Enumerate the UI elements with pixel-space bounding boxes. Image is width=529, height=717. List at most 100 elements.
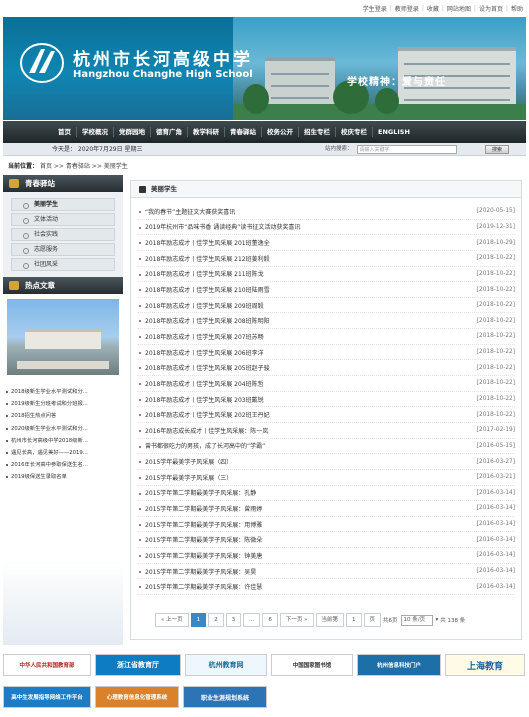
nav-moral[interactable]: 德育广角 (151, 127, 188, 137)
hot-article-item[interactable]: 遇见长高，遇见美好——2019... (6, 447, 120, 459)
article-title[interactable]: 2016年励志成长成才丨佳学生风采展：陈一岚 (145, 426, 268, 435)
article-row[interactable]: 2015学年第二学期最美学子风采展：陈微朵 [2016-03-14] (137, 532, 515, 549)
article-row[interactable]: 2015学年第二学期最美学子风采展：钟美唐 [2016-03-14] (137, 548, 515, 564)
article-row[interactable]: 2018年励志成才丨佳学生风采展 203班戴锐 [2018-10-22] (137, 392, 515, 408)
link-student-login[interactable]: 学生登录 (363, 4, 387, 13)
article-row[interactable]: 2015学年第二学期最美学子风采展：许佳慧 [2016-03-14] (137, 579, 515, 596)
link-shanghai-edu[interactable]: 上海教育 (445, 654, 525, 676)
article-title[interactable]: 2018年励志成才丨佳学生风采展 209班周毅 (145, 301, 264, 310)
article-row[interactable]: 2018年励志成才丨佳学生风采展 204班陈哲 [2018-10-22] (137, 376, 515, 392)
article-title[interactable]: 2018年励志成才丨佳学生风采展 207班苏畅 (145, 332, 264, 341)
article-title[interactable]: 2015学年最美学子风采展（四） (145, 457, 232, 466)
sidebar-item-beautiful-students[interactable]: 美丽学生 (11, 198, 115, 211)
article-row[interactable]: 2019年杭州市“品味书香 诵读经典”读书征文活动获奖喜讯 [2019-12-31… (137, 220, 515, 236)
link-favorite[interactable]: 收藏 (427, 4, 439, 13)
nav-home[interactable]: 首页 (53, 127, 77, 137)
link-hzedu[interactable]: 杭州教育网 (185, 654, 267, 676)
link-moe[interactable]: 中华人民共和国教育部 (3, 654, 91, 676)
article-row[interactable]: 2018年励志成才丨佳学生风采展 202班王丹妃 [2018-10-22] (137, 407, 515, 423)
article-title[interactable]: 2015学年第二学期最美学子风采展：孔静 (145, 488, 256, 497)
nav-about[interactable]: 学校概况 (77, 127, 114, 137)
article-row[interactable]: 2018年励志成才丨佳学生风采展 201班董逸全 [2018-10-29] (137, 235, 515, 251)
link-zjedu[interactable]: 浙江省教育厅 (95, 654, 181, 676)
article-title[interactable]: 2018年励志成才丨佳学生风采展 202班王丹妃 (145, 410, 270, 419)
article-title[interactable]: 2018年励志成才丨佳学生风采展 205班赵子骏 (145, 363, 270, 372)
nav-affairs[interactable]: 校务公开 (262, 127, 299, 137)
article-row[interactable]: “我的春节”主题征文大赛获奖喜讯 [2020-05-15] (137, 204, 515, 220)
article-title[interactable]: 2018年励志成才丨佳学生风采展 206班李洋 (145, 348, 264, 357)
goto-page-input[interactable]: 1 (346, 613, 362, 627)
per-page-select[interactable]: 10 条/页 (400, 614, 433, 626)
next-page-button[interactable]: 下一页 » (279, 613, 314, 627)
nav-party[interactable]: 党群园地 (114, 127, 151, 137)
article-title[interactable]: 2015学年第二学期最美学子风采展：许佳慧 (145, 582, 262, 591)
link-career[interactable]: 职业生涯规划系统 (183, 686, 267, 708)
breadcrumb-section[interactable]: 青春驿站 (66, 163, 90, 170)
nav-english[interactable]: ENGLISH (373, 127, 415, 137)
article-title[interactable]: 2018年励志成才丨佳学生风采展 203班戴锐 (145, 395, 264, 404)
article-title[interactable]: 2015学年第二学期最美学子风采展：陈微朵 (145, 535, 262, 544)
article-row[interactable]: 2018年励志成才丨佳学生风采展 211班陈戈 [2018-10-22] (137, 267, 515, 283)
page-1[interactable]: 1 (190, 613, 207, 627)
link-nlc[interactable]: 中国国家图书馆 (271, 654, 353, 676)
article-title[interactable]: 2018年励志成才丨佳学生风采展 212班姜利毅 (145, 254, 270, 263)
article-row[interactable]: 2015学年最美学子风采展（三） [2016-03-21] (137, 470, 515, 486)
hot-article-item[interactable]: 2019级保送生录取名单 (6, 471, 120, 483)
article-title[interactable]: 2015学年第二学期最美学子风采展：用博雅 (145, 520, 262, 529)
article-row[interactable]: 2018年励志成才丨佳学生风采展 208班陈明阳 [2018-10-22] (137, 313, 515, 330)
link-hz-it[interactable]: 杭州信息科技门户 (357, 654, 441, 676)
article-row[interactable]: 2015学年最美学子风采展（四） [2016-03-27] (137, 454, 515, 470)
article-title[interactable]: “我的春节”主题征文大赛获奖喜讯 (145, 207, 235, 216)
article-title[interactable]: 2018年励志成才丨佳学生风采展 204班陈哲 (145, 379, 264, 388)
link-guidance[interactable]: 高中生发展指导网络工作平台 (3, 686, 91, 708)
sidebar-item-sports[interactable]: 文体活动 (11, 213, 115, 226)
article-row[interactable]: 2018年励志成才丨佳学生风采展 212班姜利毅 [2018-10-22] (137, 251, 515, 267)
link-set-homepage[interactable]: 设为首页 (479, 4, 503, 13)
article-row[interactable]: 2018年励志成才丨佳学生风采展 206班李洋 [2018-10-22] (137, 345, 515, 361)
article-row[interactable]: 2015学年第二学期最美学子风采展：孔静 [2016-03-14] (137, 486, 515, 502)
article-title[interactable]: 2015学年第二学期最美学子风采展：吴昊 (145, 567, 256, 576)
search-button[interactable]: 搜索 (485, 145, 509, 154)
page-3[interactable]: 3 (225, 613, 242, 627)
nav-teaching[interactable]: 教学科研 (188, 127, 225, 137)
article-title[interactable]: 2015学年第二学期最美学子风采展：钟美唐 (145, 551, 262, 560)
article-title[interactable]: 2015学年最美学子风采展（三） (145, 473, 232, 482)
page-2[interactable]: 2 (208, 613, 224, 627)
link-teacher-login[interactable]: 教师登录 (395, 4, 419, 13)
link-help[interactable]: 帮助 (511, 4, 523, 13)
article-title[interactable]: 2018年励志成才丨佳学生风采展 201班董逸全 (145, 238, 270, 247)
hot-article-item[interactable]: 2020级新生学业水平测试和分... (6, 423, 120, 435)
nav-youth[interactable]: 青春驿站 (225, 127, 262, 137)
sidebar-item-clubs[interactable]: 社团风采 (11, 258, 115, 271)
article-row[interactable]: 2018年励志成才丨佳学生风采展 205班赵子骏 [2018-10-22] (137, 360, 515, 377)
breadcrumb-home[interactable]: 首页 (40, 163, 52, 170)
link-psych[interactable]: 心理教育信息化管理系统 (95, 686, 179, 708)
article-title[interactable]: 曾书都很吃力的男孩，成了长河高中的“学霸” (145, 441, 265, 450)
hot-article-item[interactable]: 2018招生热点问答 (6, 410, 120, 422)
article-row[interactable]: 2016年励志成长成才丨佳学生风采展：陈一岚 [2017-02-19] (137, 423, 515, 439)
hot-article-item[interactable]: 杭州市长河高级中学2018级新... (6, 435, 120, 447)
article-row[interactable]: 2015学年第二学期最美学子风采展：用博雅 [2016-03-14] (137, 517, 515, 533)
article-row[interactable]: 2018年励志成才丨佳学生风采展 207班苏畅 [2018-10-22] (137, 329, 515, 345)
article-row[interactable]: 2015学年第二学期最美学子风采展：曾雨婷 [2016-03-14] (137, 501, 515, 517)
article-row[interactable]: 2018年励志成才丨佳学生风采展 209班周毅 [2018-10-22] (137, 298, 515, 314)
search-input[interactable]: 请输入关键字 (356, 145, 457, 154)
sidebar-item-practice[interactable]: 社会实践 (11, 228, 115, 241)
article-row[interactable]: 2018年励志成才丨佳学生风采展 210班陆雨雪 [2018-10-22] (137, 282, 515, 298)
article-title[interactable]: 2018年励志成才丨佳学生风采展 210班陆雨雪 (145, 285, 270, 294)
link-sitemap[interactable]: 网站地图 (447, 4, 471, 13)
article-title[interactable]: 2019年杭州市“品味书香 诵读经典”读书征文活动获奖喜讯 (145, 222, 300, 231)
hot-article-item[interactable]: 2019级新生分班考试和分班报... (6, 398, 120, 410)
hot-article-item[interactable]: 2016年长河高中参取保送生名... (6, 459, 120, 471)
article-title[interactable]: 2018年励志成才丨佳学生风采展 208班陈明阳 (145, 316, 270, 325)
nav-anniversary[interactable]: 校庆专栏 (336, 127, 373, 137)
article-title[interactable]: 2018年励志成才丨佳学生风采展 211班陈戈 (145, 269, 264, 278)
page-6[interactable]: 6 (262, 613, 278, 627)
article-row[interactable]: 曾书都很吃力的男孩，成了长河高中的“学霸” [2016-05-15] (137, 439, 515, 455)
hot-article-image[interactable] (7, 299, 119, 375)
hot-article-item[interactable]: 2018级新生学业水平测试和分... (6, 386, 120, 398)
nav-admission[interactable]: 招生专栏 (299, 127, 336, 137)
prev-page-button[interactable]: « 上一页 (155, 613, 189, 627)
sidebar-item-volunteer[interactable]: 志愿服务 (11, 243, 115, 256)
article-title[interactable]: 2015学年第二学期最美学子风采展：曾雨婷 (145, 504, 262, 513)
